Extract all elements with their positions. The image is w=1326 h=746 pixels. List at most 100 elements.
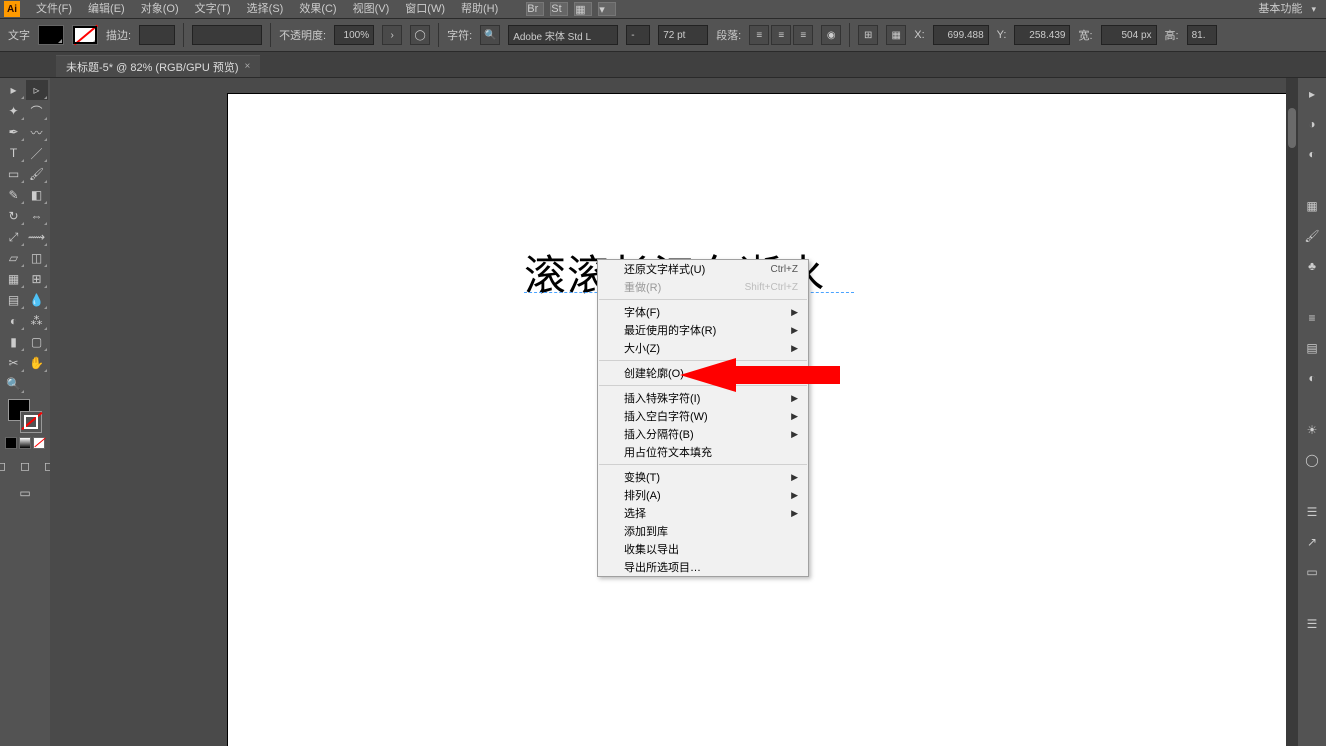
menu-help[interactable]: 帮助(H) xyxy=(453,0,506,18)
document-tab[interactable]: 未标题-5* @ 82% (RGB/GPU 预览) × xyxy=(56,55,260,77)
symbol-spray-icon[interactable]: ⁂ xyxy=(26,311,48,331)
rotate-tool-icon[interactable]: ↻ xyxy=(3,206,25,226)
rectangle-tool-icon[interactable]: ▭ xyxy=(3,164,25,184)
menu-edit[interactable]: 编辑(E) xyxy=(80,0,133,18)
cm-export-selection[interactable]: 导出所选项目… xyxy=(598,558,808,576)
color-mode-solid[interactable] xyxy=(5,437,17,449)
menu-effect[interactable]: 效果(C) xyxy=(291,0,344,18)
graph-tool-icon[interactable]: ▮ xyxy=(3,332,25,352)
menu-file[interactable]: 文件(F) xyxy=(28,0,80,18)
blend-tool-icon[interactable]: ◐ xyxy=(3,311,25,331)
opacity-more-icon[interactable]: › xyxy=(382,25,402,45)
symbols-panel-icon[interactable]: ♣ xyxy=(1302,256,1322,276)
font-style-input[interactable] xyxy=(626,25,650,45)
cm-size[interactable]: 大小(Z) ▶ xyxy=(598,339,808,357)
style-picker-icon[interactable]: ◯ xyxy=(410,25,430,45)
stroke-color-icon[interactable] xyxy=(20,411,42,433)
stroke-swatch[interactable] xyxy=(72,25,98,45)
eyedropper-tool-icon[interactable]: 💧 xyxy=(26,290,48,310)
color-guide-panel-icon[interactable]: ◐ xyxy=(1302,144,1322,164)
cm-select[interactable]: 选择 ▶ xyxy=(598,504,808,522)
perspective-tool-icon[interactable]: ▦ xyxy=(3,269,25,289)
bridge-icon[interactable]: Br xyxy=(526,2,544,16)
stroke-panel-icon[interactable]: ≡ xyxy=(1302,308,1322,328)
cm-insert-break[interactable]: 插入分隔符(B) ▶ xyxy=(598,425,808,443)
cm-insert-special[interactable]: 插入特殊字符(I) ▶ xyxy=(598,389,808,407)
properties-panel-icon[interactable]: ▸ xyxy=(1302,84,1322,104)
cm-collect-export[interactable]: 收集以导出 xyxy=(598,540,808,558)
menu-view[interactable]: 视图(V) xyxy=(345,0,398,18)
font-name-input[interactable] xyxy=(508,25,618,45)
width-tool-icon[interactable]: ⟿ xyxy=(26,227,48,247)
menu-object[interactable]: 对象(O) xyxy=(133,0,187,18)
opacity-input[interactable] xyxy=(334,25,374,45)
layers-panel-icon[interactable]: ☰ xyxy=(1302,502,1322,522)
appearance-panel-icon[interactable]: ☀ xyxy=(1302,420,1322,440)
arrange-docs-icon[interactable]: ▦ xyxy=(574,2,592,16)
y-input[interactable] xyxy=(1014,25,1070,45)
font-size-input[interactable] xyxy=(658,25,708,45)
color-panel-icon[interactable]: ◑ xyxy=(1302,114,1322,134)
free-transform-tool-icon[interactable]: ▱ xyxy=(3,248,25,268)
mesh-tool-icon[interactable]: ⊞ xyxy=(26,269,48,289)
brush-profile[interactable] xyxy=(192,25,262,45)
eraser-tool-icon[interactable]: ◧ xyxy=(26,185,48,205)
shape-builder-tool-icon[interactable]: ◫ xyxy=(26,248,48,268)
artboards-panel-icon[interactable]: ▭ xyxy=(1302,562,1322,582)
reflect-tool-icon[interactable]: ⇔ xyxy=(26,206,48,226)
draw-behind-icon[interactable]: ◻ xyxy=(14,456,36,476)
cm-create-outlines[interactable]: 创建轮廓(O) xyxy=(598,364,808,382)
artboard-tool-icon[interactable]: ▢ xyxy=(26,332,48,352)
transparency-panel-icon[interactable]: ◐ xyxy=(1302,368,1322,388)
hand-tool-icon[interactable]: ✋ xyxy=(26,353,48,373)
pen-tool-icon[interactable]: ✒ xyxy=(3,122,25,142)
workspace-switcher[interactable]: 基本功能 ▾ xyxy=(1248,0,1326,18)
zoom-tool-icon[interactable]: 🔍 xyxy=(3,374,25,394)
cm-font[interactable]: 字体(F) ▶ xyxy=(598,303,808,321)
warp-icon[interactable]: ◉ xyxy=(821,25,841,45)
line-tool-icon[interactable]: ／ xyxy=(26,143,48,163)
swatches-panel-icon[interactable]: ▦ xyxy=(1302,196,1322,216)
asset-export-panel-icon[interactable]: ↗ xyxy=(1302,532,1322,552)
cm-undo[interactable]: 还原文字样式(U) Ctrl+Z xyxy=(598,260,808,278)
transform-panel-icon[interactable]: ▦ xyxy=(886,25,906,45)
menu-window[interactable]: 窗口(W) xyxy=(397,0,453,18)
lasso-tool-icon[interactable]: ⌒ xyxy=(26,101,48,121)
scale-tool-icon[interactable]: ⤢ xyxy=(3,227,25,247)
x-input[interactable] xyxy=(933,25,989,45)
stroke-weight-input[interactable] xyxy=(139,25,175,45)
fill-stroke-indicator[interactable] xyxy=(8,399,42,433)
gpu-icon[interactable]: ▾ xyxy=(598,2,616,16)
tab-close-icon[interactable]: × xyxy=(245,61,251,72)
screen-mode-icon[interactable]: ▭ xyxy=(14,483,36,503)
type-tool-icon[interactable]: T xyxy=(3,143,25,163)
scroll-thumb[interactable] xyxy=(1288,108,1296,148)
cm-recent-fonts[interactable]: 最近使用的字体(R) ▶ xyxy=(598,321,808,339)
graphic-styles-panel-icon[interactable]: ◯ xyxy=(1302,450,1322,470)
selection-tool-icon[interactable]: ▸ xyxy=(3,80,25,100)
direct-selection-tool-icon[interactable]: ▹ xyxy=(26,80,48,100)
libraries-panel-icon[interactable]: ☰ xyxy=(1302,614,1322,634)
curvature-tool-icon[interactable]: 〰 xyxy=(26,122,48,142)
align-center-icon[interactable]: ≡ xyxy=(771,25,791,45)
paintbrush-tool-icon[interactable]: 🖌 xyxy=(26,164,48,184)
magic-wand-tool-icon[interactable]: ✦ xyxy=(3,101,25,121)
color-mode-gradient[interactable] xyxy=(19,437,31,449)
pencil-tool-icon[interactable]: ✎ xyxy=(3,185,25,205)
align-right-icon[interactable]: ≡ xyxy=(793,25,813,45)
align-left-icon[interactable]: ≡ xyxy=(749,25,769,45)
slice-tool-icon[interactable]: ✂ xyxy=(3,353,25,373)
cm-transform[interactable]: 变换(T) ▶ xyxy=(598,468,808,486)
menu-type[interactable]: 文字(T) xyxy=(187,0,239,18)
cm-arrange[interactable]: 排列(A) ▶ xyxy=(598,486,808,504)
draw-normal-icon[interactable]: ◻ xyxy=(0,456,12,476)
fill-swatch[interactable] xyxy=(38,25,64,45)
cm-add-to-lib[interactable]: 添加到库 xyxy=(598,522,808,540)
font-search-icon[interactable]: 🔍 xyxy=(480,25,500,45)
menu-select[interactable]: 选择(S) xyxy=(239,0,292,18)
w-input[interactable] xyxy=(1101,25,1157,45)
gradient-tool-icon[interactable]: ▤ xyxy=(3,290,25,310)
gradient-panel-icon[interactable]: ▤ xyxy=(1302,338,1322,358)
align-panel-icon[interactable]: ⊞ xyxy=(858,25,878,45)
stock-icon[interactable]: St xyxy=(550,2,568,16)
